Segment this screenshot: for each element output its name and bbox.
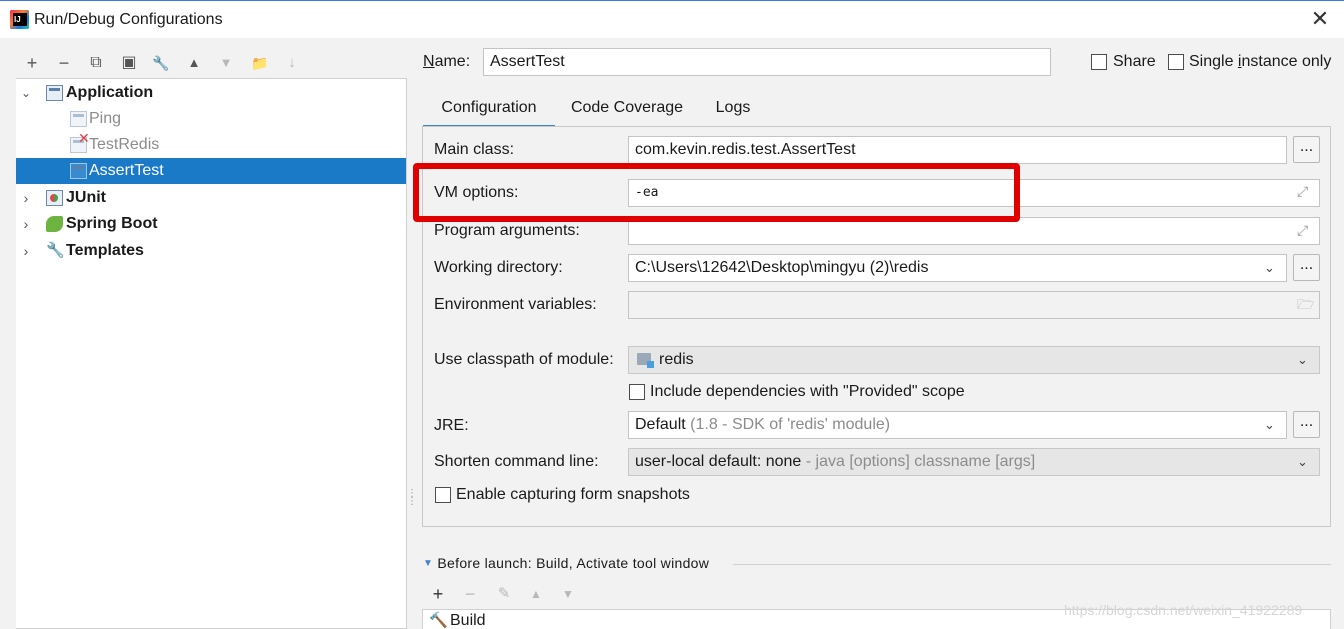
include-provided-checkbox[interactable]	[629, 384, 645, 400]
edit-icon[interactable]: ✎	[492, 582, 516, 606]
before-launch-separator	[733, 564, 1331, 565]
name-label: Name:	[423, 53, 471, 70]
classpath-module-label: Use classpath of module:	[434, 351, 614, 368]
vm-options-value: -ea	[635, 185, 659, 200]
tree-node-application[interactable]: ⌄ Application	[16, 80, 406, 106]
configuration-tree[interactable]: ⌄ Application Ping ✕ TestRedis AssertTes…	[16, 78, 407, 629]
tree-label-testredis: TestRedis	[89, 136, 160, 153]
save-icon[interactable]: ▣	[117, 51, 141, 75]
expand-icon[interactable]: ⤢	[1297, 222, 1313, 238]
include-provided-label: Include dependencies with "Provided" sco…	[650, 383, 965, 400]
jre-value: Default	[635, 416, 686, 433]
jre-label: JRE:	[434, 417, 469, 434]
tab-configuration[interactable]: Configuration	[423, 90, 555, 128]
watermark: https://blog.csdn.net/weixin_41922289	[1064, 602, 1303, 618]
tree-label-ping: Ping	[89, 110, 122, 127]
add-icon[interactable]: +	[20, 51, 44, 75]
shorten-value: user-local default: none	[635, 453, 802, 470]
shorten-command-line-combo[interactable]: user-local default: none - java [options…	[628, 448, 1320, 476]
jre-combo[interactable]: Default (1.8 - SDK of 'redis' module) ⌄	[628, 411, 1287, 439]
enable-capturing-label: Enable capturing form snapshots	[456, 486, 690, 503]
chevron-down-icon[interactable]: ⌄	[18, 80, 34, 106]
name-input[interactable]: AssertTest	[483, 48, 1051, 76]
collapse-triangle-icon[interactable]: ▼	[423, 558, 433, 569]
wrench-icon[interactable]: 🔧	[149, 51, 173, 75]
shorten-command-line-label: Shorten command line:	[434, 453, 599, 470]
chevron-right-icon[interactable]: ›	[18, 211, 34, 237]
window-title: Run/Debug Configurations	[34, 11, 223, 28]
tree-node-templates[interactable]: › 🔧 Templates	[16, 238, 406, 264]
close-icon[interactable]: ✕	[1308, 7, 1332, 31]
before-launch-title: Before launch: Build, Activate tool wind…	[437, 555, 710, 571]
add-icon[interactable]: +	[426, 582, 450, 606]
environment-variables-label: Environment variables:	[434, 296, 597, 313]
working-directory-value: C:\Users\12642\Desktop\mingyu (2)\redis	[635, 259, 929, 276]
working-directory-label: Working directory:	[434, 259, 563, 276]
tree-node-testredis[interactable]: ✕ TestRedis	[16, 130, 406, 158]
tree-label-junit: JUnit	[66, 189, 106, 206]
before-launch-header[interactable]: ▼ Before launch: Build, Activate tool wi…	[423, 555, 709, 571]
tree-node-spring-boot[interactable]: › Spring Boot	[16, 211, 406, 237]
before-launch-item-build[interactable]: Build	[450, 612, 486, 629]
tree-node-junit[interactable]: › JUnit	[16, 185, 406, 211]
program-arguments-label: Program arguments:	[434, 222, 580, 239]
vm-options-input[interactable]: -ea ⤢	[628, 179, 1320, 207]
tree-label-spring-boot: Spring Boot	[66, 215, 158, 232]
move-down-icon[interactable]: ▼	[214, 51, 238, 75]
chevron-down-icon[interactable]: ⌄	[1297, 449, 1313, 475]
module-folder-icon	[637, 353, 654, 368]
tree-label-application: Application	[66, 84, 154, 101]
move-down-icon[interactable]: ▼	[556, 582, 580, 606]
working-directory-combo[interactable]: C:\Users\12642\Desktop\mingyu (2)\redis ⌄	[628, 254, 1287, 282]
single-instance-label: Single instance only	[1189, 53, 1332, 70]
title-bar: Run/Debug Configurations ✕	[0, 0, 1344, 38]
tree-label-templates: Templates	[66, 242, 144, 259]
program-arguments-input[interactable]: ⤢	[628, 217, 1320, 245]
chevron-down-icon[interactable]: ⌄	[1264, 255, 1280, 281]
tree-node-ping[interactable]: Ping	[16, 106, 406, 132]
remove-icon[interactable]: −	[52, 51, 76, 75]
chevron-right-icon[interactable]: ›	[18, 238, 34, 264]
tab-code-coverage[interactable]: Code Coverage	[562, 90, 692, 128]
move-up-icon[interactable]: ▲	[524, 582, 548, 606]
vm-options-label: VM options:	[434, 184, 519, 201]
enable-capturing-checkbox[interactable]	[435, 487, 451, 503]
new-folder-icon[interactable]: 📁	[248, 51, 272, 75]
copy-icon[interactable]: ⧉	[84, 51, 108, 75]
splitter-handle[interactable]: ⋮ ⋮	[407, 489, 417, 514]
environment-variables-input[interactable]: 🗁	[628, 291, 1320, 319]
browse-jre-button[interactable]: ...	[1293, 411, 1320, 438]
main-class-input[interactable]: com.kevin.redis.test.AssertTest	[628, 136, 1287, 164]
classpath-module-value: redis	[659, 351, 694, 368]
junit-icon	[46, 190, 63, 206]
shorten-hint: - java [options] classname [args]	[801, 453, 1036, 470]
intellij-logo-icon	[10, 10, 29, 29]
remove-icon[interactable]: −	[458, 582, 482, 606]
single-instance-checkbox[interactable]	[1168, 54, 1184, 70]
folder-icon[interactable]: 🗁	[1297, 296, 1314, 312]
share-checkbox[interactable]	[1091, 54, 1107, 70]
error-cross-icon: ✕	[78, 130, 90, 146]
sort-icon[interactable]: ↓	[280, 51, 304, 75]
expand-icon[interactable]: ⤢	[1297, 184, 1313, 200]
jre-hint: (1.8 - SDK of 'redis' module)	[685, 416, 891, 433]
application-icon	[46, 85, 63, 101]
tree-label-asserttest: AssertTest	[89, 162, 164, 179]
build-hammer-icon: 🔨	[429, 612, 448, 629]
chevron-down-icon[interactable]: ⌄	[1297, 347, 1313, 373]
browse-main-class-button[interactable]: ...	[1293, 136, 1320, 163]
classpath-module-combo[interactable]: redis ⌄	[628, 346, 1320, 374]
wrench-icon: 🔧	[46, 242, 65, 259]
tree-node-asserttest[interactable]: AssertTest	[16, 158, 406, 184]
config-toolbar: + − ⧉ ▣ 🔧 ▲ ▼ 📁 ↓	[16, 48, 406, 78]
move-up-icon[interactable]: ▲	[182, 51, 206, 75]
main-class-label: Main class:	[434, 141, 515, 158]
tab-logs[interactable]: Logs	[705, 90, 761, 128]
chevron-right-icon[interactable]: ›	[18, 185, 34, 211]
chevron-down-icon[interactable]: ⌄	[1264, 412, 1280, 438]
browse-working-directory-button[interactable]: ...	[1293, 254, 1320, 281]
spring-leaf-icon	[46, 216, 63, 232]
application-icon	[70, 163, 87, 179]
share-label: Share	[1113, 53, 1156, 70]
